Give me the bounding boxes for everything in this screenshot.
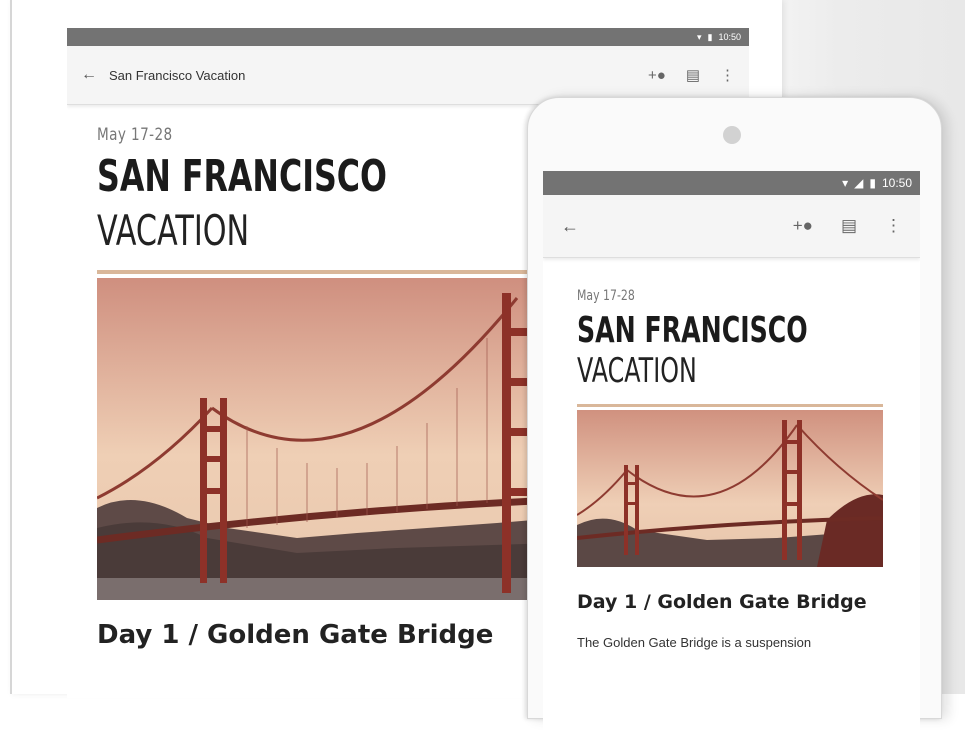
wifi-icon: ▾ [696, 31, 702, 42]
add-person-icon[interactable]: +● [648, 67, 666, 84]
more-vert-icon[interactable]: ⋮ [885, 216, 902, 236]
comment-icon[interactable]: ▤ [686, 66, 700, 84]
golden-gate-photo [97, 277, 557, 600]
phone-app-bar: ← +● ▤ ⋮ [543, 195, 920, 258]
battery-icon: ▮ [707, 31, 713, 42]
signal-icon: ◢ [854, 176, 864, 190]
headline-line2: VACATION [97, 206, 250, 256]
status-time: 10:50 [881, 176, 912, 190]
camera-icon [723, 126, 741, 144]
phone-document: May 17-28 SAN FRANCISCO VACATION Day 1 /… [543, 258, 920, 650]
trip-date: May 17-28 [577, 288, 635, 304]
accent-rule [577, 404, 883, 408]
phone-screen: ▾ ◢ ▮ 10:50 ← +● ▤ ⋮ May 17-28 SAN FRANC… [543, 171, 920, 731]
back-arrow-icon[interactable]: ← [561, 216, 765, 237]
headline-line1: SAN FRANCISCO [97, 151, 387, 202]
back-arrow-icon[interactable]: ← [81, 66, 109, 84]
tablet-status-bar: ▾ ▮ 10:50 [67, 28, 749, 46]
phone-status-bar: ▾ ◢ ▮ 10:50 [543, 171, 920, 195]
headline-line1: SAN FRANCISCO [577, 310, 808, 351]
app-title: San Francisco Vacation [109, 67, 246, 83]
more-vert-icon[interactable]: ⋮ [720, 66, 735, 84]
wifi-icon: ▾ [842, 176, 849, 190]
body-text: The Golden Gate Bridge is a suspension [577, 635, 812, 651]
accent-rule [97, 269, 552, 274]
headline-line2: VACATION [577, 351, 697, 392]
golden-gate-photo [577, 410, 883, 568]
status-time: 10:50 [718, 32, 741, 42]
phone-device: ▾ ◢ ▮ 10:50 ← +● ▤ ⋮ May 17-28 SAN FRANC… [527, 97, 942, 731]
section-title: Day 1 / Golden Gate Bridge [577, 591, 867, 614]
add-person-icon[interactable]: +● [793, 216, 813, 236]
trip-date: May 17-28 [97, 125, 173, 145]
comment-icon[interactable]: ▤ [841, 216, 857, 236]
battery-icon: ▮ [869, 176, 876, 190]
